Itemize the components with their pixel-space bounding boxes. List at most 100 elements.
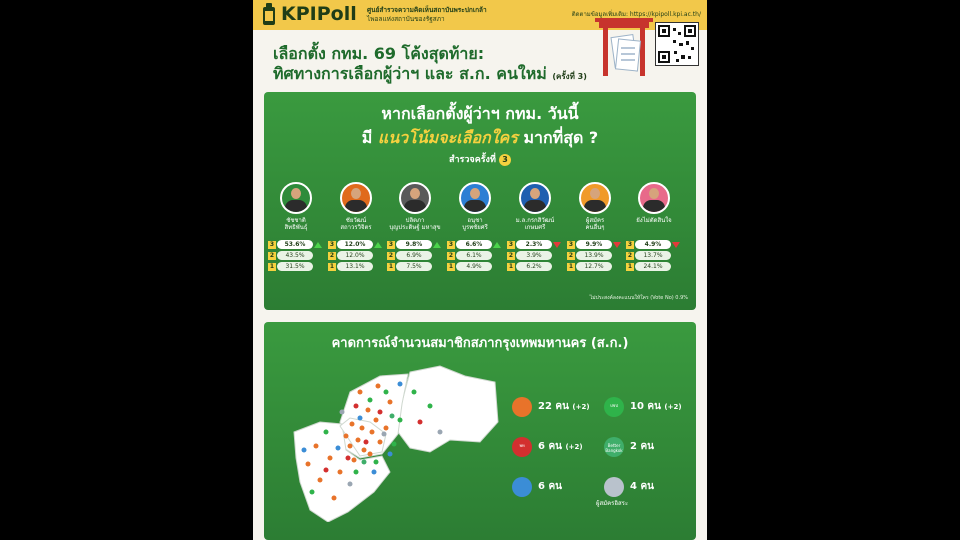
candidate-stats: 3 12.0% 2 12.0% 1 13.1% <box>328 240 384 273</box>
people-party-icon <box>512 396 532 417</box>
independent-icon <box>604 476 624 497</box>
round-badge: 1 <box>268 263 276 271</box>
candidate-stats: 3 2.3% 2 3.9% 1 6.2% <box>507 240 563 273</box>
party-seat-item: 4 คน ผู้สมัครอิสระ <box>596 476 654 507</box>
round-1-row: 1 7.5% <box>387 262 443 272</box>
palang-pracharath-icon <box>512 476 532 497</box>
round-1-percent: 24.1% <box>635 262 671 271</box>
party-label: พท <box>519 443 525 448</box>
round-2-percent: 3.9% <box>516 251 552 260</box>
round-badge: 3 <box>268 241 276 249</box>
trend-up-icon <box>433 242 441 248</box>
candidate-stats: 3 9.9% 2 13.9% 1 12.7% <box>567 240 623 273</box>
round-2-row: 2 12.0% <box>328 251 384 261</box>
round-badge: 2 <box>447 252 455 260</box>
party-seat-item: 22 คน (+2) <box>512 396 590 417</box>
round-1-row: 1 6.2% <box>507 262 563 272</box>
survey-label: สำรวจครั้งที่ <box>448 155 496 165</box>
round-badge: 3 <box>328 241 336 249</box>
title-line2-text: ทิศทางการเลือกผู้ว่าฯ และ ส.ก. คนใหม่ <box>273 64 547 83</box>
round-1-row: 1 13.1% <box>328 262 384 272</box>
seat-change: (+2) <box>664 403 682 411</box>
round-label: (ครั้งที่ 3) <box>552 72 587 81</box>
round-3-percent: 12.0% <box>337 240 373 249</box>
party-label: ปชป <box>610 403 618 408</box>
round-3-row: 3 53.6% <box>268 240 324 250</box>
candidate-name: ม.ล.กรกสิวัฒน์ เกษมศรี <box>507 217 563 231</box>
round-badge: 2 <box>268 252 276 260</box>
seat-count: 6 คน <box>538 479 562 494</box>
infographic-poster: KPIPoll ศูนย์สำรวจความคิดเห็นสถาบันพระปก… <box>253 0 707 540</box>
trend-up-icon <box>374 242 382 248</box>
candidate-name: ชัยวัฒน์ สถาวรวิจิตร <box>328 217 384 231</box>
candidate-name: ชัชชาติ สิทธิพันธุ์ <box>268 217 324 231</box>
round-badge: 3 <box>507 241 515 249</box>
candidate-first-name: ยังไม่ตัดสินใจ <box>636 217 672 224</box>
round-3-row: 3 9.9% <box>567 240 623 250</box>
round-1-row: 1 12.7% <box>567 262 623 272</box>
seat-count-value: 10 คน <box>630 401 661 412</box>
trend-down-icon <box>553 242 561 248</box>
seat-count: 6 คน (+2) <box>538 439 583 454</box>
round-1-percent: 4.9% <box>456 262 492 271</box>
round-3-row: 3 4.9% <box>626 240 682 250</box>
round-3-row: 3 6.6% <box>447 240 503 250</box>
candidate-last-name: สถาวรวิจิตร <box>340 224 372 231</box>
round-1-percent: 31.5% <box>277 262 313 271</box>
round-2-row: 2 3.9% <box>507 251 563 261</box>
qr-code-icon[interactable] <box>655 22 699 66</box>
round-badge: 3 <box>447 241 455 249</box>
round-2-percent: 43.5% <box>277 251 313 260</box>
seat-count-value: 6 คน <box>538 481 562 492</box>
round-2-row: 2 43.5% <box>268 251 324 261</box>
candidate-photo <box>579 182 611 214</box>
round-2-row: 2 6.1% <box>447 251 503 261</box>
question-post: มากที่สุด ? <box>523 128 599 147</box>
round-badge: 2 <box>328 252 336 260</box>
round-2-row: 2 13.9% <box>567 251 623 261</box>
candidate-name: อนุชา บูรพชัยศรี <box>447 217 503 231</box>
round-2-row: 2 6.9% <box>387 251 443 261</box>
seat-count-value: 4 คน <box>630 481 654 492</box>
bangkok-district-map <box>293 365 499 522</box>
round-3-percent: 2.3% <box>516 240 552 249</box>
round-3-percent: 9.8% <box>396 240 432 249</box>
party-label: Better Bangkok <box>605 443 623 453</box>
kpi-emblem-icon <box>263 3 275 25</box>
candidate-first-name: ผู้สมัคร <box>585 217 605 224</box>
round-badge: 3 <box>387 241 395 249</box>
logo-text: KPIPoll <box>281 3 357 25</box>
title-line2: ทิศทางการเลือกผู้ว่าฯ และ ส.ก. คนใหม่ (ค… <box>273 62 587 87</box>
candidate-last-name: คนอื่นๆ <box>585 224 605 231</box>
round-3-percent: 6.6% <box>456 240 492 249</box>
round-badge: 1 <box>447 263 455 271</box>
poll-question-line1: หากเลือกตั้งผู้ว่าฯ กทม. วันนี้ <box>381 104 579 123</box>
round-1-percent: 12.7% <box>576 262 612 271</box>
round-1-row: 1 24.1% <box>626 262 682 272</box>
candidate-last-name: บุญประดิษฐ์ มหาสุข <box>389 224 441 231</box>
candidate-name: ปลิตภา บุญประดิษฐ์ มหาสุข <box>387 217 443 231</box>
party-seat-item: 6 คน (+2) พท <box>512 436 583 457</box>
candidate-photo <box>280 182 312 214</box>
candidate-photo <box>459 182 491 214</box>
candidate-card: ม.ล.กรกสิวัฒน์ เกษมศรี <box>507 182 563 231</box>
seat-change: (+2) <box>565 443 583 451</box>
round-badge: 2 <box>387 252 395 260</box>
round-badge: 3 <box>626 241 634 249</box>
candidate-last-name: สิทธิพันธุ์ <box>284 224 308 231</box>
candidate-photo <box>638 182 670 214</box>
question-pre: มี <box>361 128 373 147</box>
round-2-row: 2 13.7% <box>626 251 682 261</box>
seat-count: 4 คน <box>630 479 654 494</box>
candidate-stats: 3 9.8% 2 6.9% 1 7.5% <box>387 240 443 273</box>
candidate-first-name: ปลิตภา <box>405 217 425 224</box>
round-3-row: 3 2.3% <box>507 240 563 250</box>
round-badge: 1 <box>626 263 634 271</box>
candidate-stats: 3 6.6% 2 6.1% 1 4.9% <box>447 240 503 273</box>
candidate-first-name: ชัยวัฒน์ <box>345 217 367 224</box>
candidate-name: ผู้สมัคร คนอื่นๆ <box>567 217 623 231</box>
poll-question-line2: มี แนวโน้มจะเลือกใคร มากที่สุด ? <box>264 126 696 151</box>
council-forecast-panel: คาดการณ์จำนวนสมาชิกสภากรุงเทพมหานคร (ส.ก… <box>264 322 696 540</box>
candidate-card: ปลิตภา บุญประดิษฐ์ มหาสุข <box>387 182 443 231</box>
candidate-card: ผู้สมัคร คนอื่นๆ <box>567 182 623 231</box>
